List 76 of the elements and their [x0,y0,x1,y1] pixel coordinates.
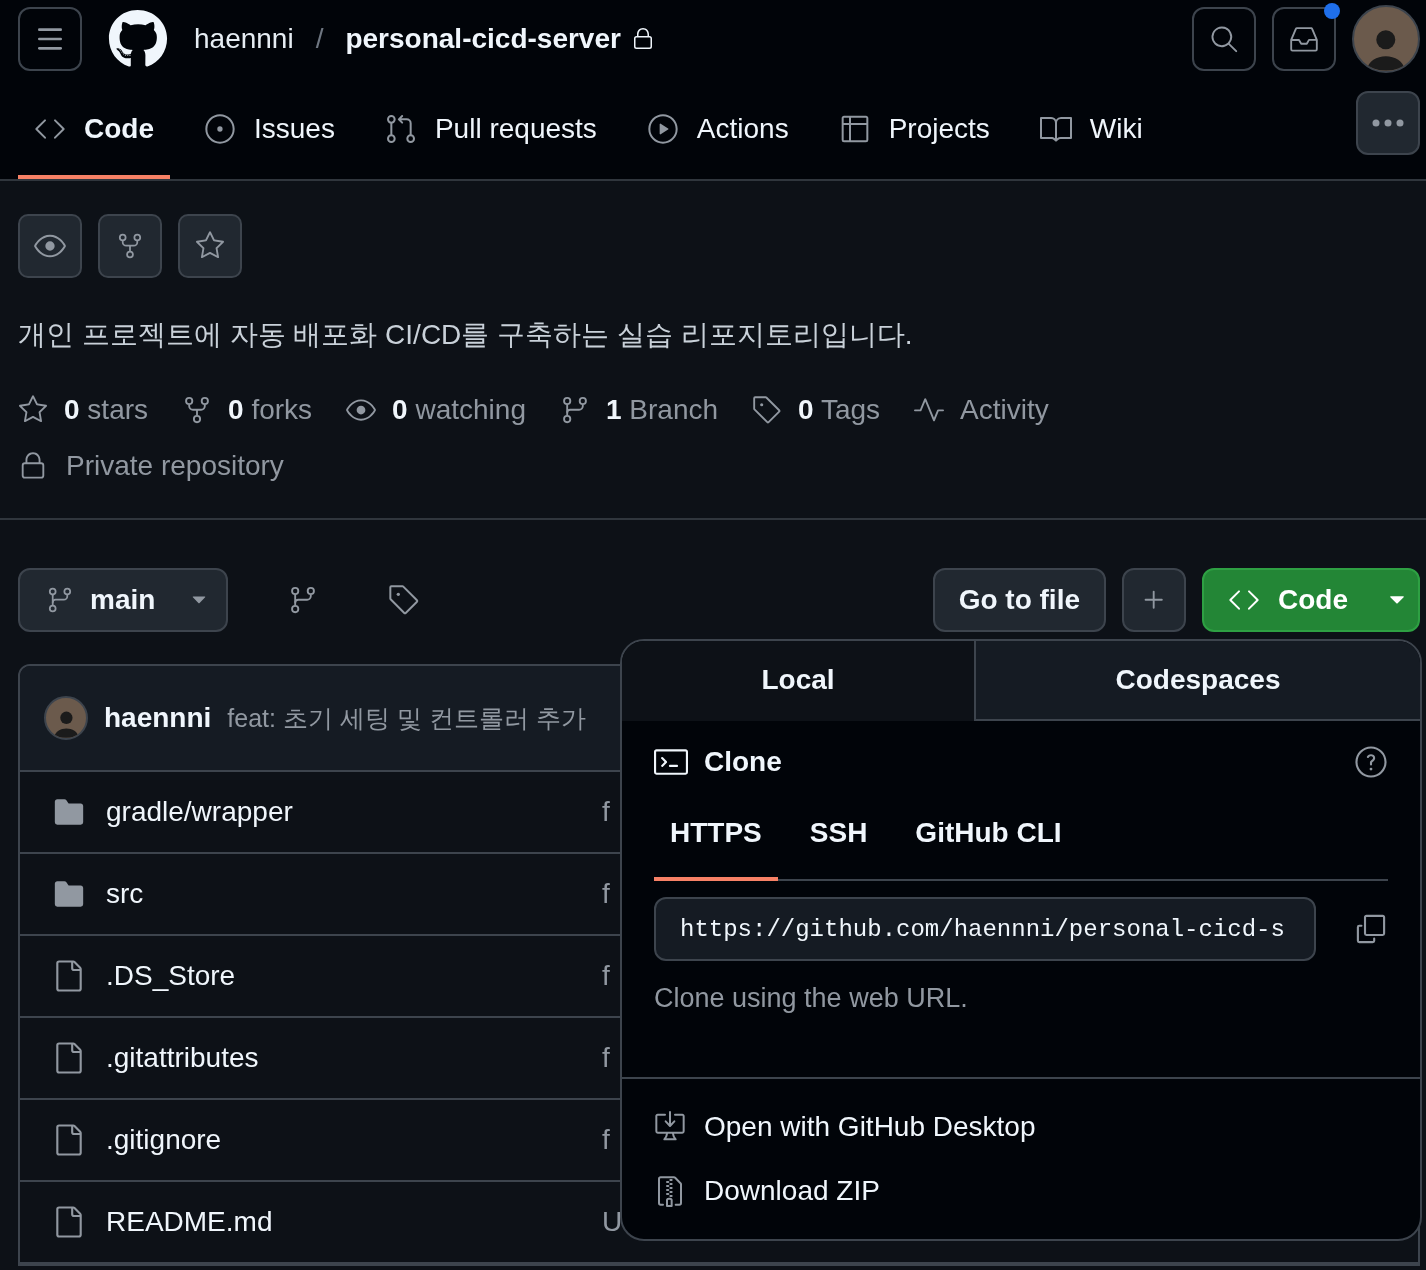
protocol-tab[interactable]: HTTPS [654,817,778,881]
fork-icon [116,232,144,260]
popup-tab[interactable]: Local [622,641,974,721]
more-button[interactable] [1356,90,1420,155]
nav-tab[interactable]: Actions [630,82,805,179]
inbox-icon [1289,24,1319,54]
search-icon [1209,24,1239,54]
file-name[interactable]: README.md [106,1206,273,1238]
help-icon [1354,745,1388,779]
tag-icon [752,395,783,425]
branch-selector[interactable]: main [18,568,228,632]
repo-description: 개인 프로젝트에 자동 배포화 CI/CD를 구축하는 실습 리포지토리입니다. [18,318,914,352]
file-name[interactable]: .gitattributes [106,1042,259,1074]
go-to-file-button[interactable]: Go to file [932,568,1106,632]
nav-tab[interactable]: Issues [188,82,351,179]
watch-button[interactable] [18,214,82,278]
stat-text: 0 Tags [798,394,881,426]
stat-text: 0 watching [392,394,526,426]
github-logo [108,9,168,69]
path-separator: / [315,23,324,55]
branch-icon [288,585,318,615]
stat-link[interactable]: Activity [914,394,1049,426]
commit-message: f [602,1042,610,1074]
stat-link[interactable]: 0 forks [182,394,313,426]
branches-button[interactable] [288,585,318,615]
file-name[interactable]: gradle/wrapper [106,796,293,828]
commit-message: f [602,796,610,828]
star-button[interactable] [178,214,242,278]
protocol-tab[interactable]: GitHub CLI [899,817,1078,881]
more-icon [1372,118,1404,127]
tag-icon [388,584,420,616]
pull-request-icon [384,112,417,145]
commit-message[interactable]: feat: 초기 세팅 및 컨트롤러 추가 [227,701,586,735]
url-field[interactable]: https://github.com/haennni/personal-cicd-s [654,897,1316,961]
stat-text: 0 forks [228,394,313,426]
nav-tab[interactable]: Code [18,82,170,179]
avatar [44,696,88,740]
fork-button[interactable] [98,214,162,278]
copy-icon [1354,912,1388,946]
nav-tab[interactable]: Projects [822,82,1006,179]
popup-action[interactable]: Download ZIP [654,1159,1388,1223]
stat-text: 1 Branch [605,394,719,426]
commit-author[interactable]: haennni [104,702,212,734]
visibility-label: Private repository [66,450,284,482]
commit-message: f [602,1124,610,1156]
stat-link[interactable]: 0 stars [18,394,149,426]
popup-tab[interactable]: Codespaces [974,641,1420,721]
repo-link[interactable]: personal-cicd-server [345,23,621,55]
commit-message: U [602,1206,623,1238]
owner-link[interactable]: haennni [194,23,294,55]
stat-link[interactable]: 0 Tags [752,394,881,426]
copy-button[interactable] [1354,912,1388,946]
file-name[interactable]: .DS_Store [106,960,236,992]
play-icon [646,112,679,145]
star-icon [18,395,48,425]
protocol-tab[interactable]: SSH [793,817,884,881]
clone-hint: Clone using the web URL. [654,983,969,1014]
popup-action[interactable]: Open with GitHub Desktop [654,1095,1388,1159]
commit-message: f [602,878,610,910]
tags-button[interactable] [388,584,420,616]
stat-link[interactable]: 1 Branch [559,394,719,426]
commit-message: f [602,960,610,992]
file-name[interactable]: .gitignore [106,1124,222,1156]
clone-title: Clone [704,746,782,778]
nav-tab[interactable]: Wiki [1023,82,1159,179]
search-button[interactable] [1192,7,1256,71]
stat-text: Activity [960,394,1049,426]
desktop-download-icon [654,1111,686,1143]
stat-text: 0 stars [64,394,149,426]
menu-button[interactable] [18,7,82,71]
nav-tab[interactable]: Pull requests [368,82,613,179]
code-button[interactable]: Code [1202,568,1420,632]
branch-icon [46,586,74,614]
file-name[interactable]: src [106,878,144,910]
stat-link[interactable]: 0 watching [346,394,526,426]
star-icon [195,231,225,261]
